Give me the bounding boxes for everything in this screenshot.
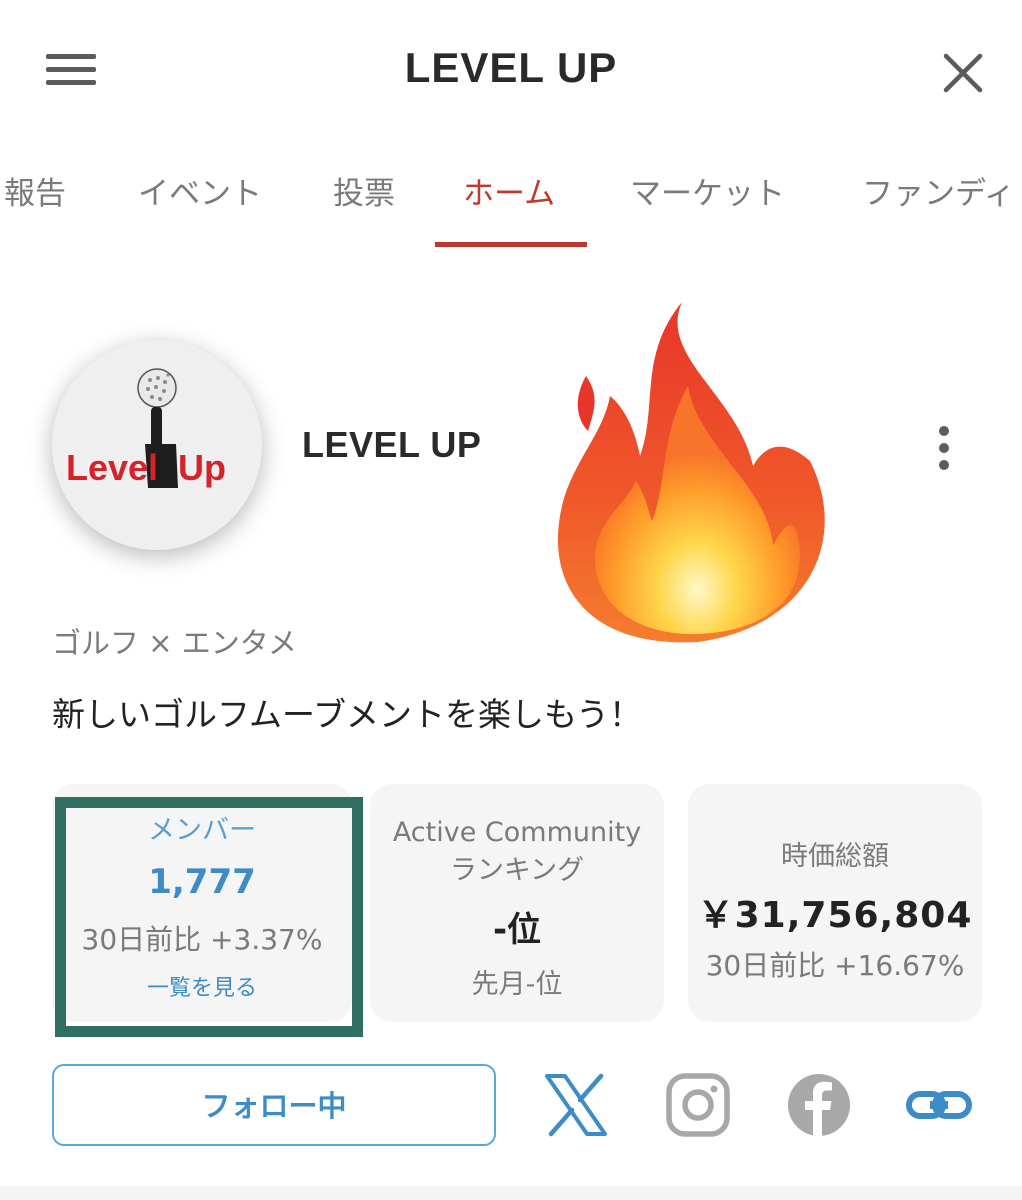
- tab-report[interactable]: 報告: [4, 168, 66, 213]
- community-name: LEVEL UP: [302, 424, 482, 465]
- ranking-label-line2: ランキング: [449, 855, 585, 886]
- ranking-previous: 先月-位: [471, 969, 563, 1000]
- top-bar: LEVEL UP: [0, 0, 1022, 140]
- active-tab-indicator: [435, 242, 587, 247]
- x-icon[interactable]: [543, 1072, 609, 1138]
- close-icon[interactable]: [938, 48, 988, 98]
- fire-emoji-icon: [557, 302, 825, 643]
- bottom-divider: [0, 1186, 1022, 1200]
- tab-market[interactable]: マーケット: [630, 168, 785, 213]
- ranking-card: Active Community ランキング -位 先月-位: [370, 784, 664, 1022]
- community-avatar[interactable]: Level Up: [52, 340, 262, 550]
- svg-text:Level: Level: [66, 447, 158, 488]
- level-up-logo: Level Up: [66, 368, 226, 488]
- community-tagline: 新しいゴルフムーブメントを楽しもう！: [52, 695, 643, 734]
- community-category: ゴルフ × エンタメ: [52, 626, 297, 660]
- market-cap-label: 時価総額: [781, 841, 889, 872]
- svg-text:Up: Up: [178, 447, 226, 488]
- ranking-label-line1: Active Community: [392, 817, 642, 848]
- market-cap-value: ￥31,756,804: [697, 895, 973, 936]
- ranking-label: Active Community ランキング: [370, 814, 664, 890]
- tab-events[interactable]: イベント: [138, 168, 262, 213]
- following-button[interactable]: フォロー中: [52, 1064, 496, 1146]
- tab-home[interactable]: ホーム: [463, 168, 555, 213]
- tab-vote[interactable]: 投票: [333, 168, 395, 213]
- page-title: LEVEL UP: [404, 44, 618, 91]
- more-options-icon[interactable]: [930, 424, 960, 472]
- tab-funding[interactable]: ファンディ: [862, 168, 1015, 213]
- ranking-value: -位: [492, 910, 542, 950]
- tab-bar: 報告 イベント 投票 ホーム マーケット ファンディ: [0, 140, 1022, 252]
- link-icon[interactable]: [906, 1072, 972, 1138]
- facebook-icon[interactable]: [786, 1072, 852, 1138]
- market-cap-card: 時価総額 ￥31,756,804 30日前比 +16.67%: [688, 784, 982, 1022]
- market-cap-change: 30日前比 +16.67%: [705, 949, 965, 982]
- highlight-annotation-box: [55, 797, 363, 1037]
- instagram-icon[interactable]: [665, 1072, 731, 1138]
